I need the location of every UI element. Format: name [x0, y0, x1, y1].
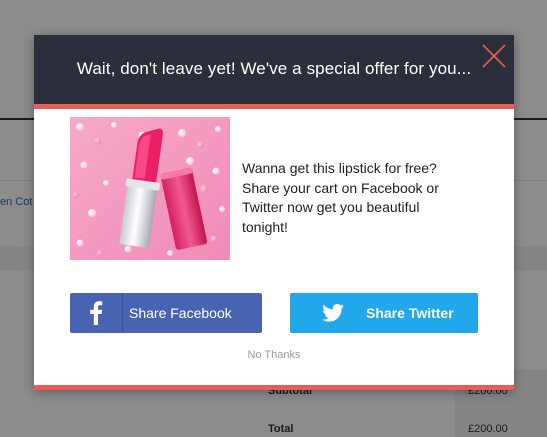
popup-header: Wait, don't leave yet! We've a special o…	[34, 35, 514, 109]
offer-message: Wanna get this lipstick for free? Share …	[242, 159, 502, 237]
lipstick-image	[70, 117, 230, 260]
popup-title: Wait, don't leave yet! We've a special o…	[76, 59, 472, 78]
offer-line: Wanna get this lipstick for free?	[242, 160, 437, 176]
close-icon	[482, 44, 506, 68]
share-twitter-label: Share Twitter	[366, 305, 454, 321]
share-facebook-label: Share Facebook	[129, 305, 232, 321]
no-thanks-link[interactable]: No Thanks	[34, 349, 514, 361]
offer-line: tonight!	[242, 218, 288, 235]
close-button[interactable]	[481, 43, 507, 69]
popup-footer-accent	[34, 385, 514, 390]
share-facebook-button[interactable]: Share Facebook	[70, 293, 262, 333]
offer-line: Share your cart on Facebook or	[242, 179, 439, 196]
share-twitter-button[interactable]: Share Twitter	[290, 293, 478, 333]
exit-intent-popup: Wait, don't leave yet! We've a special o…	[34, 35, 514, 390]
twitter-icon	[312, 293, 354, 333]
facebook-icon	[70, 293, 123, 333]
offer-line: Twitter now get you beautiful	[242, 199, 420, 215]
